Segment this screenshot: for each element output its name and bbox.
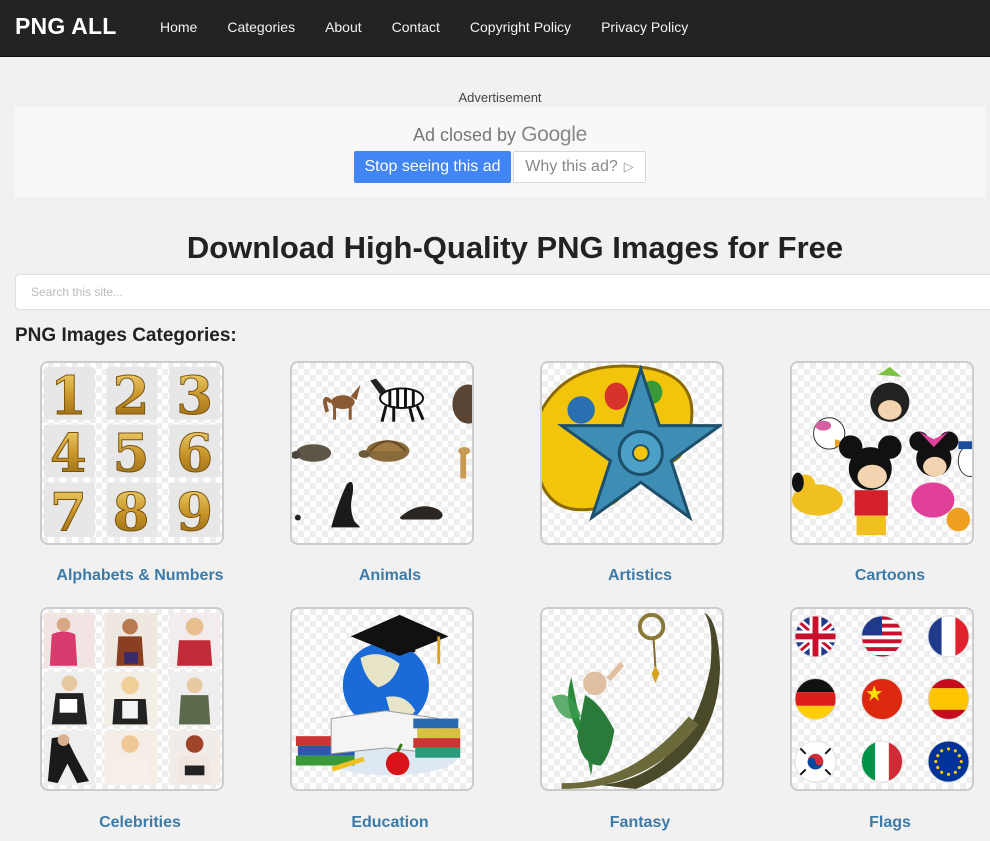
disney-characters-image	[792, 366, 972, 536]
category-link-cartoons[interactable]: Cartoons	[765, 567, 990, 585]
category-thumb-flags[interactable]	[790, 607, 974, 791]
ad-closed-text: Ad closed by Google	[15, 123, 985, 147]
google-logo-text: Google	[521, 123, 587, 146]
why-this-ad-button[interactable]: Why this ad? ▷	[513, 151, 646, 183]
fantasy-fairy-image	[551, 612, 721, 789]
category-thumb-animals[interactable]	[290, 361, 474, 545]
digit-3: 3	[176, 365, 213, 427]
round-flags-image	[794, 615, 970, 783]
digit-6: 6	[176, 423, 213, 485]
nav-copyright-policy[interactable]: Copyright Policy	[470, 19, 571, 35]
categories-heading: PNG Images Categories:	[15, 325, 237, 346]
digit-7: 7	[50, 481, 87, 543]
nav-contact[interactable]: Contact	[392, 19, 440, 35]
gold-numbers-image: 1 2 3 4 5 6 7 8 9	[43, 364, 221, 543]
category-link-celebrities[interactable]: Celebrities	[15, 814, 265, 832]
category-thumb-education[interactable]	[290, 607, 474, 791]
category-thumb-fantasy[interactable]	[540, 607, 724, 791]
nav-home[interactable]: Home	[160, 19, 197, 35]
ad-closed-prefix: Ad closed by	[413, 125, 517, 145]
page-title: Download High-Quality PNG Images for Fre…	[186, 230, 844, 265]
digit-2: 2	[113, 365, 150, 427]
ad-box: Ad closed by Google Stop seeing this ad …	[15, 107, 985, 197]
digit-8: 8	[113, 481, 150, 543]
search-input[interactable]	[15, 274, 990, 310]
category-thumb-celebrities[interactable]	[40, 607, 224, 791]
digit-4: 4	[50, 423, 87, 485]
digit-1: 1	[50, 365, 87, 427]
category-link-education[interactable]: Education	[265, 814, 515, 832]
category-thumb-artistics[interactable]	[540, 361, 724, 545]
category-link-flags[interactable]: Flags	[765, 814, 990, 832]
category-thumb-alphabets-numbers[interactable]: 1 2 3 4 5 6 7 8 9	[40, 361, 224, 545]
digit-9: 9	[176, 481, 213, 543]
nav-about[interactable]: About	[325, 19, 362, 35]
nav-categories[interactable]: Categories	[227, 19, 295, 35]
spain-flag-icon	[927, 678, 970, 720]
category-link-alphabets-numbers[interactable]: Alphabets & Numbers	[15, 567, 265, 585]
category-link-artistics[interactable]: Artistics	[515, 567, 765, 585]
top-navbar: PNG ALL Home Categories About Contact Co…	[0, 0, 990, 57]
stop-seeing-ad-button[interactable]: Stop seeing this ad	[354, 151, 511, 183]
eu-flag-icon	[927, 741, 970, 783]
education-globe-books-image	[295, 614, 461, 776]
category-link-fantasy[interactable]: Fantasy	[515, 814, 765, 832]
animals-image	[292, 378, 472, 528]
artist-palette-star-image	[542, 364, 722, 522]
why-this-ad-label: Why this ad?	[525, 158, 618, 175]
uk-flag-icon	[794, 615, 837, 657]
italy-flag-icon	[861, 741, 903, 783]
site-logo[interactable]: PNG ALL	[15, 13, 117, 40]
celebrity-photos-image	[43, 612, 221, 786]
south-korea-flag-icon	[794, 741, 837, 783]
nav-privacy-policy[interactable]: Privacy Policy	[601, 19, 688, 35]
category-thumb-cartoons[interactable]	[790, 361, 974, 545]
ad-label: Advertisement	[458, 90, 542, 105]
category-link-animals[interactable]: Animals	[265, 567, 515, 585]
main-nav: Home Categories About Contact Copyright …	[160, 19, 718, 35]
digit-5: 5	[113, 423, 150, 485]
germany-flag-icon	[794, 678, 837, 720]
france-flag-icon	[927, 615, 970, 657]
adchoices-icon: ▷	[623, 159, 634, 174]
